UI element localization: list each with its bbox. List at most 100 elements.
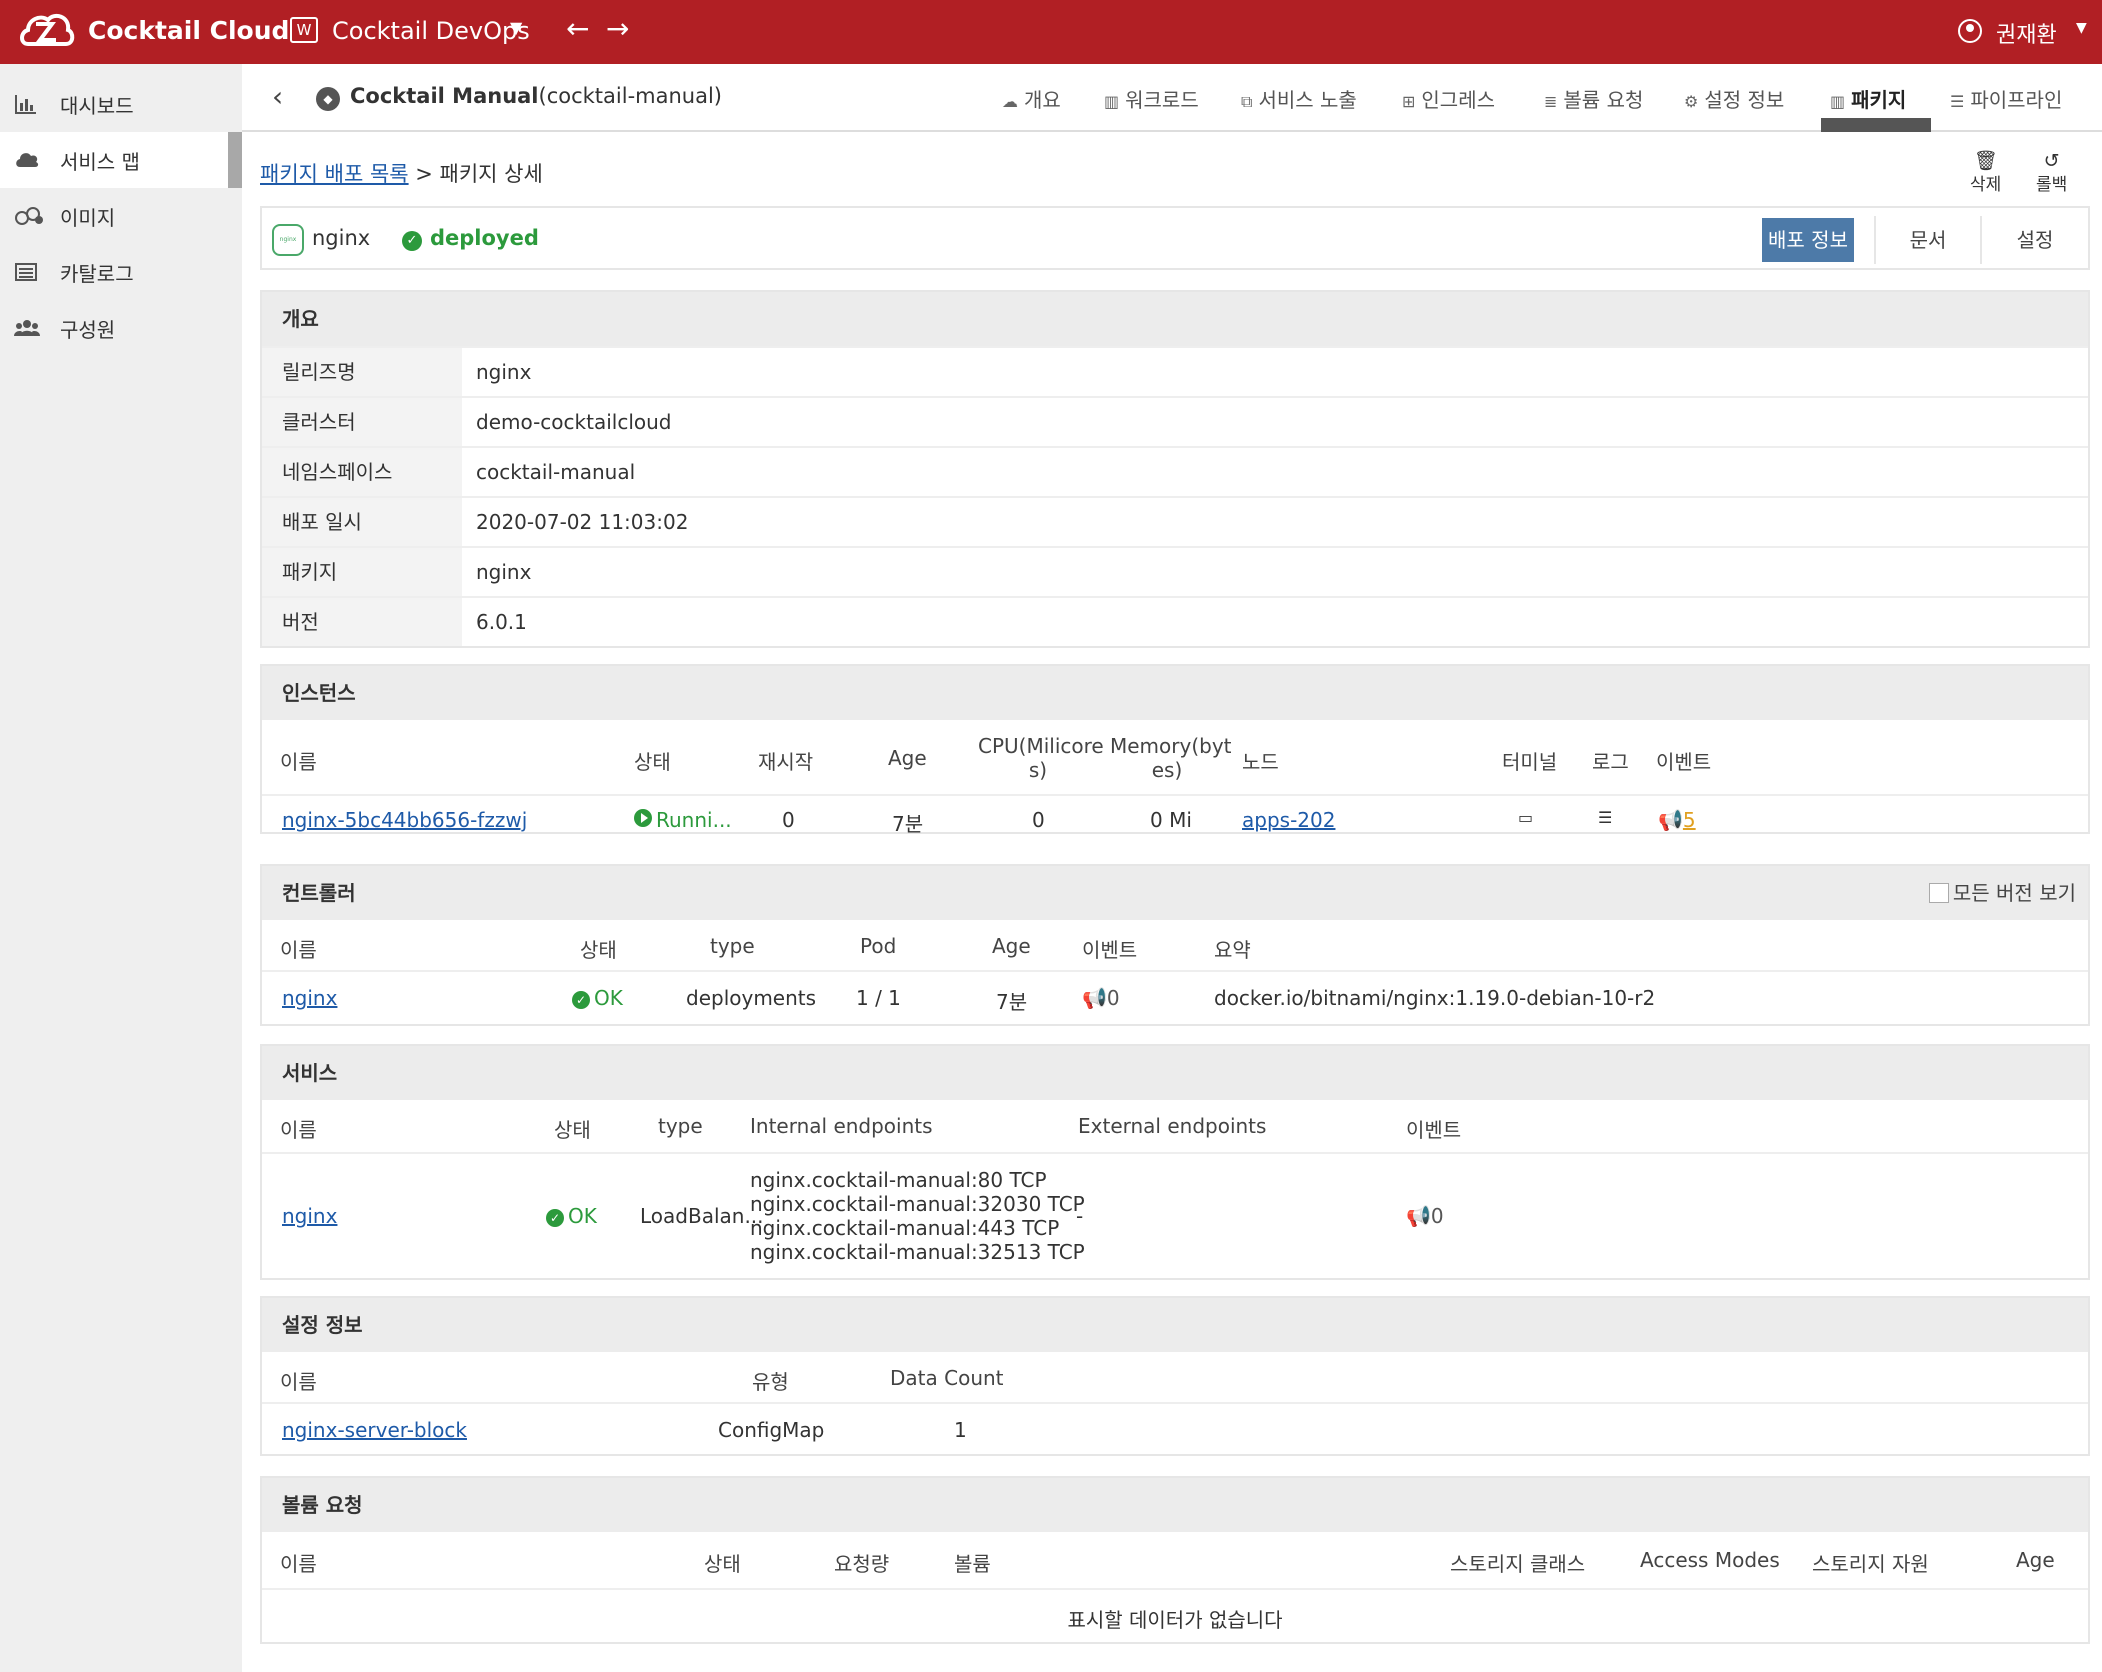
endpoint: nginx.cocktail-manual:443 TCP [750,1216,1060,1240]
brand-name[interactable]: Cocktail Cloud [88,16,289,45]
endpoint: nginx.cocktail-manual:32030 TCP [750,1192,1085,1216]
app-title: Cocktail Manual(cocktail-manual) [350,84,722,108]
events-link[interactable]: 📢5 [1658,808,1696,832]
sidebar-item-catalog[interactable]: 카탈로그 [0,244,242,300]
pod-age: 7분 [892,812,924,836]
kv-row: 패키지 nginx [262,546,2088,596]
col-type: type [710,934,755,958]
node-link[interactable]: apps-202 [1242,808,1335,832]
workspace-selector[interactable]: Cocktail DevOps [332,17,530,45]
endpoint: nginx.cocktail-manual:32513 TCP [750,1240,1085,1264]
service-type: LoadBalan... [640,1204,764,1228]
service-events[interactable]: 📢0 [1406,1204,1444,1228]
arrow-left-icon[interactable]: ← [566,12,589,45]
log-list-icon[interactable]: ☰ [1598,808,1612,827]
all-versions-checkbox[interactable]: 모든 버전 보기 [1928,866,2076,920]
user-name[interactable]: 권재환 [1996,17,2057,49]
col-data-count: Data Count [890,1366,1004,1390]
sidebar-item-images[interactable]: 이미지 [0,188,242,244]
package-bar: nginx nginx ✓ deployed 배포 정보 문서 설정 [260,206,2090,270]
kv-row: 버전 6.0.1 [262,596,2088,646]
config-type: ConfigMap [718,1418,825,1442]
controller-type: deployments [686,986,817,1010]
col-summary: 요약 [1214,938,1251,962]
col-name: 이름 [280,1370,317,1394]
chevron-down-icon[interactable]: ▼ [2076,20,2087,36]
table-header: 이름 상태 type Pod Age 이벤트 요약 [262,920,2088,972]
kv-key: 배포 일시 [262,498,462,546]
tab-overview[interactable]: ☁ 개요 [1002,84,1061,113]
config-name-link[interactable]: nginx-server-block [282,1418,467,1442]
sidebar-item-members[interactable]: 구성원 [0,300,242,356]
section-title: 개요 [262,292,2088,346]
controller-events[interactable]: 📢0 [1082,986,1120,1010]
workspace-icon: W [290,17,318,43]
kv-value: 2020-07-02 11:03:02 [476,510,689,534]
active-tab-indicator [1821,118,1931,132]
col-status: 상태 [554,1118,591,1142]
sidebar-item-dashboard[interactable]: 대시보드 [0,76,242,132]
col-status: 상태 [580,938,617,962]
bar-chart-icon [14,93,40,115]
cloud-icon: ☁ [1002,92,1018,111]
table-row: nginx-server-block ConfigMap 1 [262,1404,2088,1454]
col-status: 상태 [634,750,671,774]
tab-workload[interactable]: ▥ 워크로드 [1104,84,1199,113]
status-ok: ✓ OK [572,986,623,1010]
rollback-button[interactable]: ↺ 롤백 [2036,152,2067,196]
tab-deploy-info[interactable]: 배포 정보 [1762,218,1854,262]
col-storage-resource: 스토리지 자원 [1812,1552,1929,1576]
sidebar-item-service-map[interactable]: 서비스 맵 [0,132,242,188]
status-badge: ✓ deployed [402,226,539,251]
sidebar-item-label: 카탈로그 [60,261,134,286]
tab-docs[interactable]: 문서 [1876,218,1980,262]
arrow-right-icon[interactable]: → [606,12,629,45]
controller-age: 7분 [996,990,1028,1014]
nginx-logo-icon: nginx [272,224,304,256]
tab-config[interactable]: ⚙ 설정 정보 [1684,84,1784,113]
col-volume: 볼륨 [954,1552,991,1576]
kv-key: 패키지 [262,548,462,596]
tab-pipeline[interactable]: ☰ 파이프라인 [1950,84,2062,113]
tab-ingress[interactable]: ⊞ 인그레스 [1402,84,1495,113]
controllers-panel: 컨트롤러 모든 버전 보기 이름 상태 type Pod Age 이벤트 요약 … [260,864,2090,1026]
service-name-link[interactable]: nginx [282,1204,337,1228]
megaphone-icon: 📢 [1406,1204,1431,1228]
sidebar: 대시보드 서비스 맵 이미지 카탈로그 구성원 [0,64,242,1672]
pod-name-link[interactable]: nginx-5bc44bb656-fzzwj [282,808,527,832]
chevron-left-icon[interactable]: ‹ [272,80,283,113]
col-name: 이름 [280,1118,317,1142]
delete-button[interactable]: 🗑 삭제 [1970,152,2001,196]
col-status: 상태 [704,1552,741,1576]
tab-package[interactable]: ▥ 패키지 [1830,84,1906,113]
sidebar-item-label: 서비스 맵 [60,149,140,174]
terminal-icon[interactable]: ▭ [1518,808,1533,827]
internal-endpoints: nginx.cocktail-manual:80 TCP nginx.cockt… [750,1168,1085,1264]
breadcrumb-link-package-list[interactable]: 패키지 배포 목록 [260,162,409,186]
users-icon [14,317,40,339]
volume-panel: 볼륨 요청 이름 상태 요청량 볼륨 스토리지 클래스 Access Modes… [260,1476,2090,1644]
sidebar-item-label: 대시보드 [60,93,134,118]
col-log: 로그 [1592,750,1629,774]
checkbox-icon[interactable] [1928,883,1949,903]
col-node: 노드 [1242,750,1279,774]
tab-settings[interactable]: 설정 [1982,218,2088,262]
config-panel: 설정 정보 이름 유형 Data Count nginx-server-bloc… [260,1296,2090,1456]
table-header: 이름 유형 Data Count [262,1352,2088,1404]
table-row: nginx ✓ OK LoadBalan... nginx.cocktail-ma… [262,1154,2088,1274]
database-icon: ≣ [1544,92,1558,111]
services-panel: 서비스 이름 상태 type Internal endpoints Extern… [260,1044,2090,1280]
tab-volume-request[interactable]: ≣ 볼륨 요청 [1544,84,1643,113]
map-icon: ▥ [1830,92,1846,111]
cocktail-logo-icon[interactable] [18,8,76,56]
user-icon[interactable] [1958,19,1982,43]
controller-name-link[interactable]: nginx [282,986,337,1010]
breadcrumb: 패키지 배포 목록 > 패키지 상세 [260,162,543,186]
status-running: Runni... [634,808,732,832]
kv-row: 네임스페이스 cocktail-manual [262,446,2088,496]
tab-service-exposure[interactable]: ⧉ 서비스 노출 [1241,84,1357,113]
megaphone-icon: 📢 [1082,986,1107,1010]
kv-key: 버전 [262,598,462,646]
col-request: 요청량 [834,1552,890,1576]
chevron-down-icon[interactable]: ▼ [510,18,522,37]
